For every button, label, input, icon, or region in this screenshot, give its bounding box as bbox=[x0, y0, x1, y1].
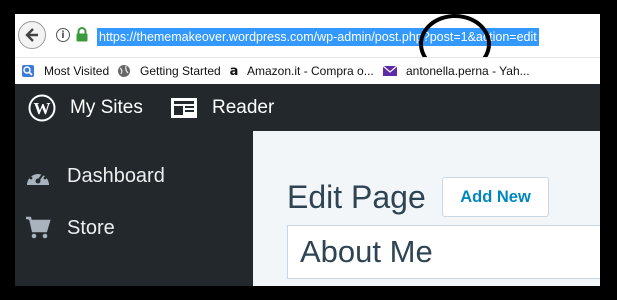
page-title: Edit Page bbox=[287, 179, 426, 215]
add-new-button[interactable]: Add New bbox=[442, 177, 549, 217]
screenshot-frame: i https://thememakeover.wordpress.com/wp… bbox=[15, 14, 600, 286]
bookmark-most-visited[interactable]: Most Visited bbox=[21, 64, 109, 78]
bookmark-label: antonella.perna - Yah... bbox=[406, 64, 530, 78]
bookmark-label: Amazon.it - Compra o... bbox=[247, 64, 374, 78]
bookmark-label: Most Visited bbox=[44, 64, 110, 78]
most-visited-icon bbox=[21, 64, 35, 78]
amazon-icon: a bbox=[229, 63, 239, 79]
sidebar-item-label: Store bbox=[67, 216, 115, 239]
sidebar-item-dashboard[interactable]: Dashboard bbox=[25, 165, 165, 188]
my-sites-button[interactable]: W My Sites bbox=[28, 84, 143, 131]
back-button[interactable] bbox=[18, 21, 46, 49]
sidebar-item-store[interactable]: Store bbox=[25, 216, 115, 240]
reader-label: Reader bbox=[212, 96, 275, 118]
reader-icon bbox=[171, 97, 197, 118]
wp-masterbar: W My Sites Reader bbox=[15, 84, 600, 131]
sidebar: Dashboard Store bbox=[15, 131, 253, 286]
browser-toolbar: i https://thememakeover.wordpress.com/wp… bbox=[15, 14, 600, 74]
bookmark-label: Getting Started bbox=[140, 64, 221, 78]
bookmarks-bar: Most Visited Getting Started a Amazon.it… bbox=[15, 57, 600, 84]
back-arrow-icon bbox=[25, 28, 38, 42]
globe-icon bbox=[117, 64, 131, 78]
bookmark-amazon[interactable]: a Amazon.it - Compra o... bbox=[227, 63, 374, 79]
sidebar-item-label: Dashboard bbox=[67, 165, 165, 187]
lock-icon bbox=[76, 27, 88, 42]
cart-icon bbox=[26, 216, 51, 239]
reader-button[interactable]: Reader bbox=[170, 84, 274, 131]
my-sites-label: My Sites bbox=[70, 96, 143, 118]
main-content: Edit Page Add New About Me bbox=[253, 131, 600, 286]
svg-text:W: W bbox=[34, 99, 51, 118]
bookmark-yahoo-mail[interactable]: antonella.perna - Yah... bbox=[383, 64, 530, 78]
info-icon[interactable]: i bbox=[56, 28, 70, 42]
wordpress-logo-icon: W bbox=[28, 94, 56, 121]
dashboard-icon bbox=[27, 171, 49, 185]
yahoo-mail-icon bbox=[383, 64, 397, 78]
bookmark-getting-started[interactable]: Getting Started bbox=[117, 64, 221, 78]
post-title-field[interactable]: About Me bbox=[287, 225, 600, 279]
